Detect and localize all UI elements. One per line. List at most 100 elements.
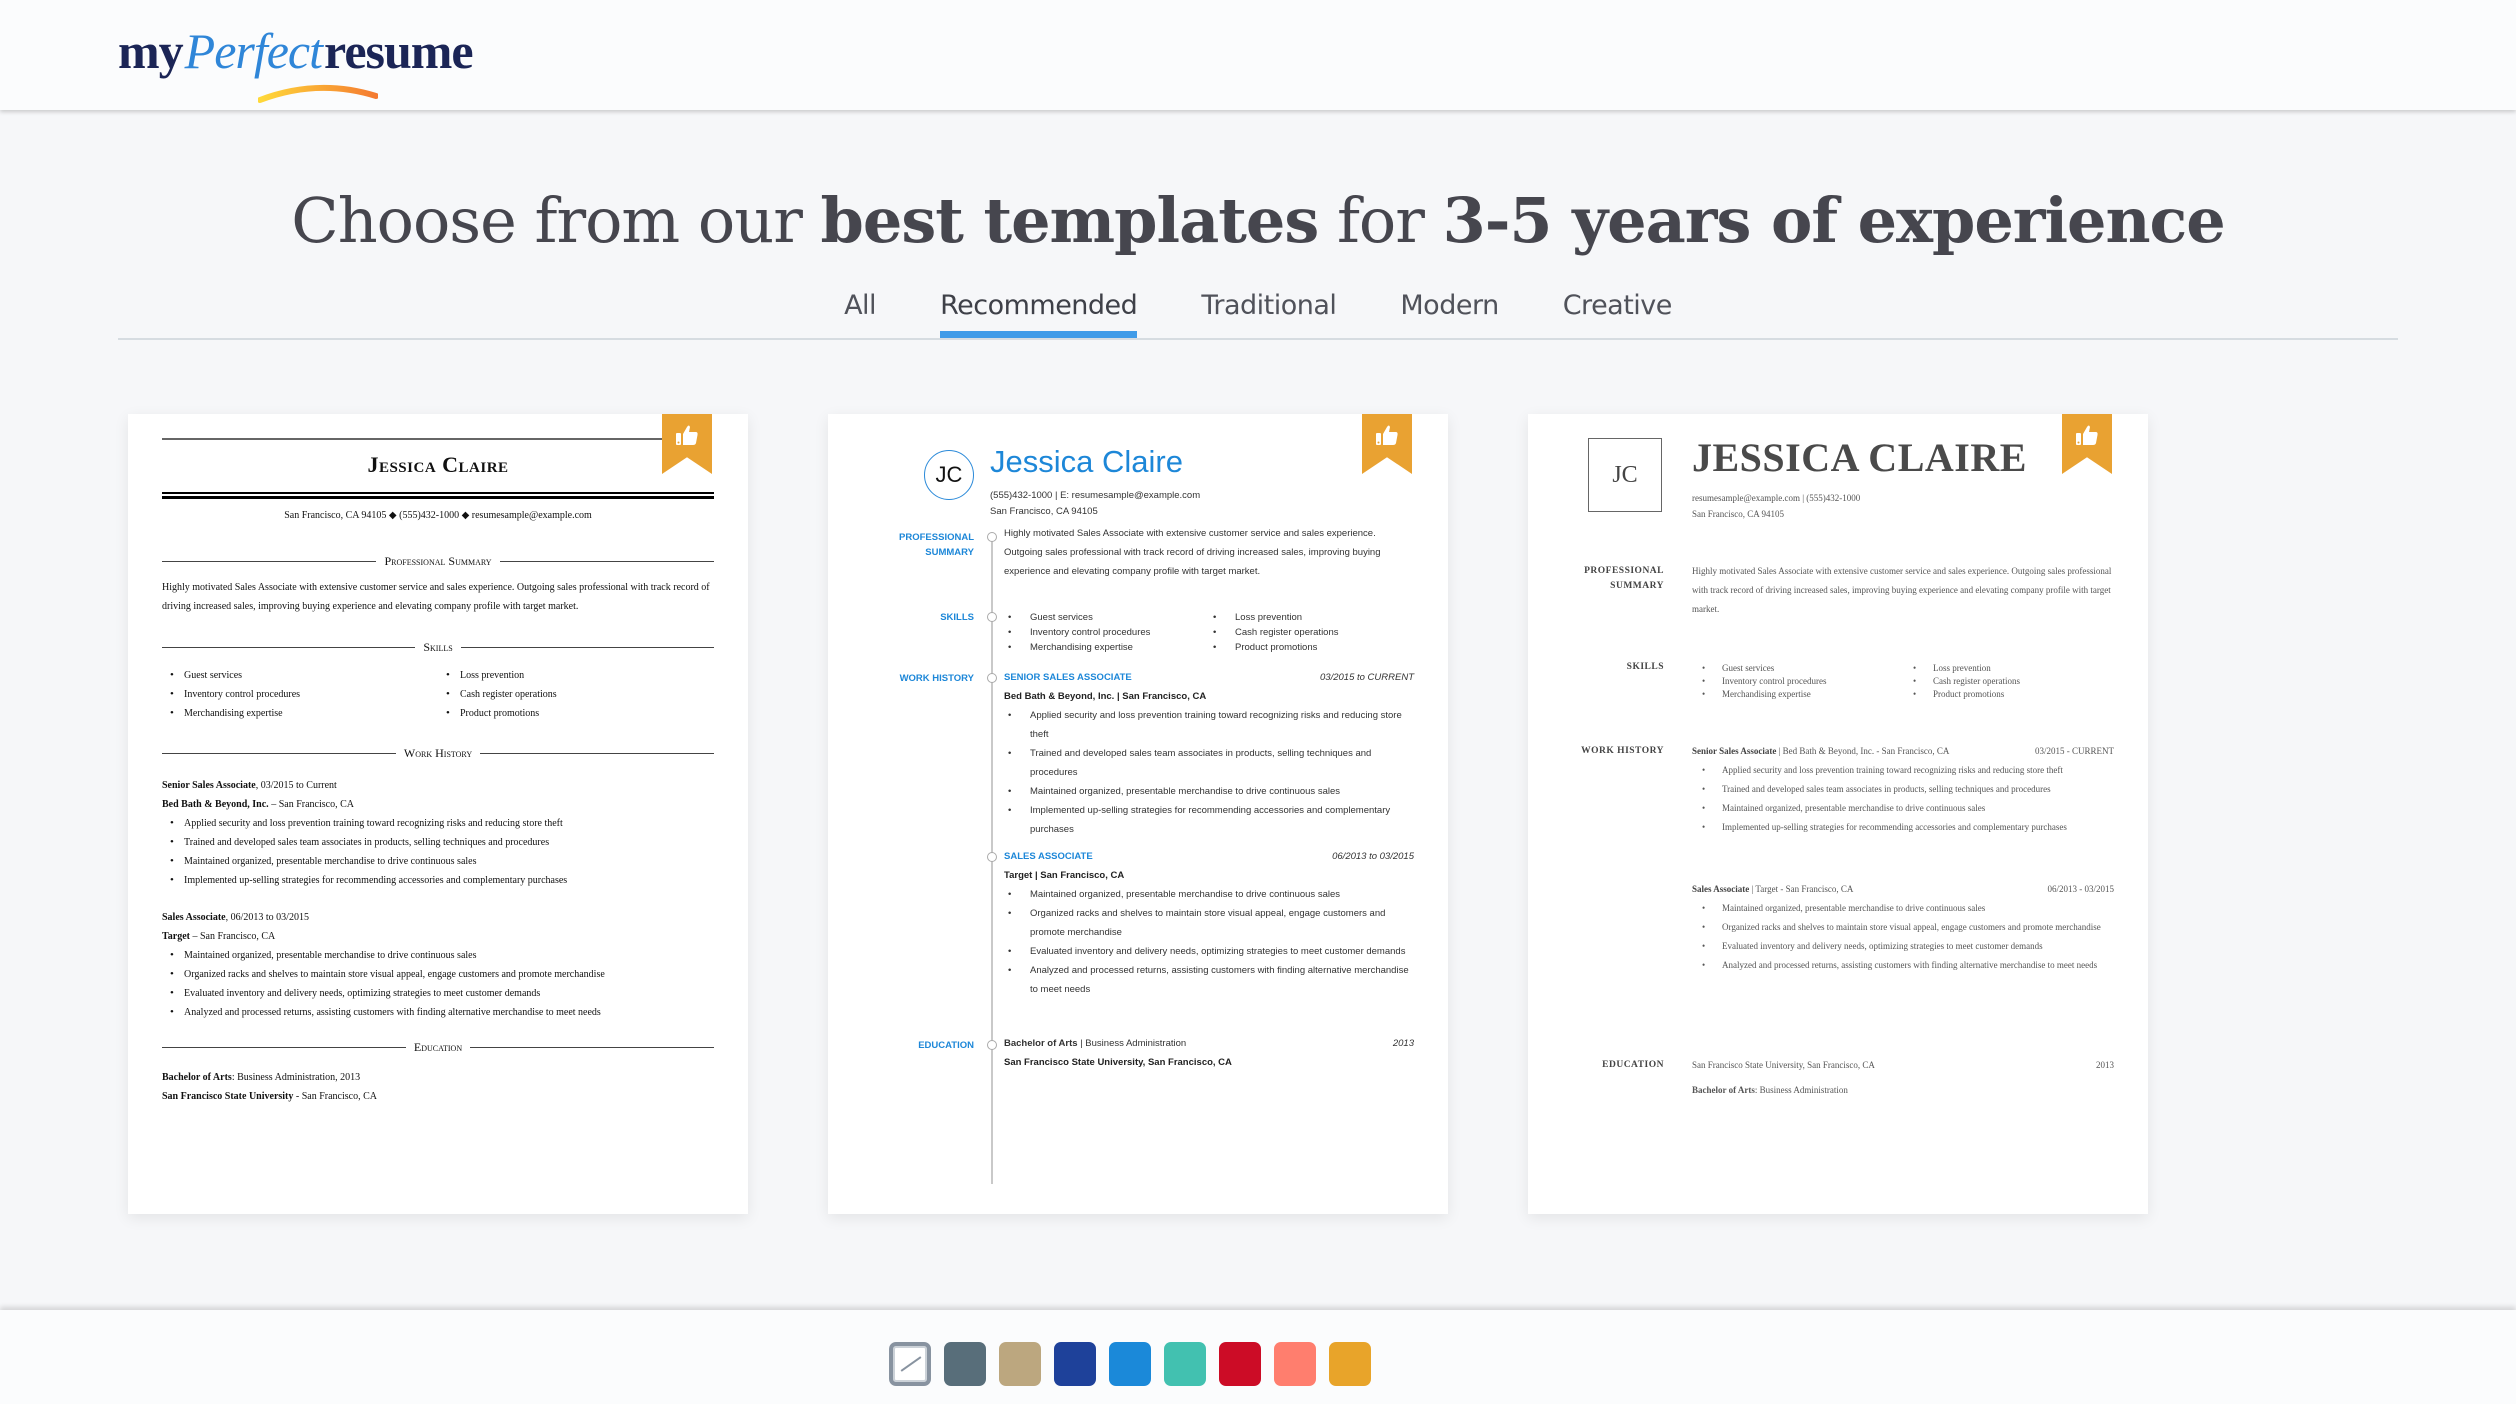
- bullet-item: Analyzed and processed returns, assistin…: [1004, 961, 1414, 999]
- section-label-work: WORK HISTORY: [1581, 746, 1664, 756]
- top-header: my Perfect resume: [0, 0, 2516, 110]
- company-line: Bed Bath & Beyond, Inc. | San Francisco,…: [1004, 691, 1207, 702]
- tab-creative[interactable]: Creative: [1563, 290, 1673, 335]
- summary-text: Highly motivated Sales Associate with ex…: [1004, 528, 1381, 577]
- bullet-item: Maintained organized, presentable mercha…: [1004, 885, 1414, 904]
- contact-email-phone: resumesample@example.com | (555)432-1000: [1692, 493, 1861, 503]
- bullet-item: Evaluated inventory and delivery needs, …: [170, 984, 714, 1003]
- tab-traditional[interactable]: Traditional: [1201, 290, 1337, 335]
- job-bullets: Applied security and loss prevention tra…: [162, 814, 714, 890]
- job-bullets: Maintained organized, presentable mercha…: [162, 946, 714, 1022]
- job-title-line: Sales Associate | Target - San Francisco…: [1692, 880, 1853, 899]
- school-line: San Francisco State University, San Fran…: [1692, 1060, 1875, 1070]
- section-label-summary: PROFESSIONAL SUMMARY: [1584, 564, 1664, 594]
- template-card-modern[interactable]: JC Jessica Claire (555)432-1000 | E: res…: [828, 414, 1448, 1214]
- job-entry: Sales Associate | Target - San Francisco…: [1692, 880, 2114, 975]
- skills-list: Guest services Inventory control procedu…: [1004, 610, 1414, 655]
- summary-text: Highly motivated Sales Associate with ex…: [1692, 566, 2112, 614]
- section-title: Skills: [423, 640, 453, 654]
- job-title: Sales Associate: [1692, 884, 1750, 894]
- section-title: Professional Summary: [384, 554, 492, 568]
- summary-text: Highly motivated Sales Associate with ex…: [162, 582, 710, 612]
- color-swatch-navy[interactable]: [1054, 1342, 1096, 1386]
- color-swatches: [889, 1342, 1371, 1386]
- section-heading-work: Work History: [162, 746, 714, 761]
- color-swatch-red[interactable]: [1219, 1342, 1261, 1386]
- degree-line: Bachelor of Arts: Business Administratio…: [1692, 1081, 2114, 1100]
- bullet-item: Implemented up-selling strategies for re…: [1692, 818, 2114, 837]
- bullet-item: Evaluated inventory and delivery needs, …: [1004, 942, 1414, 961]
- job-title-line: Senior Sales Associate, 03/2015 to Curre…: [162, 776, 714, 795]
- color-swatch-tan[interactable]: [999, 1342, 1041, 1386]
- school-header: San Francisco State University, San Fran…: [1692, 1056, 2114, 1075]
- bullet-item: Maintained organized, presentable mercha…: [170, 852, 714, 871]
- job-header: Senior Sales Associate | Bed Bath & Beyo…: [1692, 742, 2114, 761]
- job-header: SENIOR SALES ASSOCIATE 03/2015 to CURRENT: [1004, 668, 1414, 687]
- bullet-item: Maintained organized, presentable mercha…: [1692, 799, 2114, 818]
- degree-field: : Business Administration, 2013: [231, 1072, 361, 1083]
- tab-all[interactable]: All: [844, 290, 876, 335]
- job-header: SALES ASSOCIATE 06/2013 to 03/2015: [1004, 847, 1414, 866]
- degree: Bachelor of Arts: [162, 1072, 232, 1083]
- company-line: Target – San Francisco, CA: [162, 927, 714, 946]
- skill-item: Cash register operations: [1209, 625, 1414, 640]
- skill-item: Inventory control procedures: [1004, 625, 1209, 640]
- company-line: Target | San Francisco, CA: [1004, 870, 1125, 881]
- skill-item: Guest services: [170, 666, 438, 685]
- company-line: | Bed Bath & Beyond, Inc. - San Francisc…: [1776, 746, 1950, 756]
- tab-recommended[interactable]: Recommended: [940, 290, 1138, 339]
- section-label-work: WORK HISTORY: [899, 673, 974, 684]
- job-bullets: Maintained organized, presentable mercha…: [1004, 885, 1414, 999]
- skill-item: Loss prevention: [1209, 610, 1414, 625]
- company-line: Bed Bath & Beyond, Inc. – San Francisco,…: [162, 795, 714, 814]
- skill-item: Cash register operations: [1903, 675, 2114, 688]
- color-swatch-teal[interactable]: [1164, 1342, 1206, 1386]
- company-name: Target: [162, 931, 190, 942]
- bullet-item: Organized racks and shelves to maintain …: [1692, 918, 2114, 937]
- bullet-item: Trained and developed sales team associa…: [1692, 780, 2114, 799]
- resume-name: Jessica Claire: [990, 444, 1183, 479]
- template-card-traditional[interactable]: Jessica Claire San Francisco, CA 94105 ◆…: [128, 414, 748, 1214]
- company-name: Bed Bath & Beyond, Inc.: [162, 799, 269, 810]
- bullet-item: Implemented up-selling strategies for re…: [1004, 801, 1414, 839]
- bullet-item: Evaluated inventory and delivery needs, …: [1692, 937, 2114, 956]
- company-line: | Target - San Francisco, CA: [1749, 884, 1854, 894]
- education-entry: San Francisco State University, San Fran…: [1692, 1056, 2114, 1100]
- color-swatch-slate[interactable]: [944, 1342, 986, 1386]
- education-year: 2013: [2096, 1060, 2114, 1070]
- color-swatch-none[interactable]: [889, 1342, 931, 1386]
- school-name: San Francisco State University: [162, 1091, 294, 1102]
- section-label-skills: SKILLS: [940, 612, 974, 623]
- degree-field: | Business Administration: [1077, 1038, 1187, 1049]
- color-swatch-blue[interactable]: [1109, 1342, 1151, 1386]
- section-title: Work History: [403, 746, 473, 760]
- timeline-dot: [987, 532, 997, 542]
- company-location: – San Francisco, CA: [268, 799, 354, 810]
- bullet-item: Implemented up-selling strategies for re…: [170, 871, 714, 890]
- section-title: Education: [413, 1040, 463, 1054]
- bullet-item: Applied security and loss prevention tra…: [1692, 761, 2114, 780]
- job-bullets: Applied security and loss prevention tra…: [1692, 761, 2114, 837]
- color-swatch-salmon[interactable]: [1274, 1342, 1316, 1386]
- job-entry: SALES ASSOCIATE 06/2013 to 03/2015 Target…: [1004, 847, 1414, 999]
- color-swatch-orange[interactable]: [1329, 1342, 1371, 1386]
- section-title: SUMMARY: [1610, 581, 1664, 591]
- job-title-line: Senior Sales Associate | Bed Bath & Beyo…: [1692, 742, 1949, 761]
- logo-my: my: [118, 23, 184, 79]
- job-entry: Senior Sales Associate | Bed Bath & Beyo…: [1692, 742, 2114, 837]
- bullet-item: Trained and developed sales team associa…: [1004, 744, 1414, 782]
- template-card-executive[interactable]: JC JESSICA CLAIRE resumesample@example.c…: [1528, 414, 2148, 1214]
- resume-preview: JC Jessica Claire (555)432-1000 | E: res…: [828, 414, 1448, 1214]
- section-label-skills: SKILLS: [1626, 662, 1664, 672]
- skills-list: Guest services Inventory control procedu…: [162, 666, 714, 723]
- skill-item: Cash register operations: [446, 685, 714, 704]
- job-title: SALES ASSOCIATE: [1004, 851, 1093, 862]
- job-header: Sales Associate | Target - San Francisco…: [1692, 880, 2114, 899]
- tab-modern[interactable]: Modern: [1400, 290, 1499, 335]
- skill-item: Merchandising expertise: [1692, 688, 1903, 701]
- logo[interactable]: my Perfect resume: [118, 22, 474, 103]
- logo-perfect: Perfect: [184, 23, 323, 79]
- resume-contact: San Francisco, CA 94105 ◆ (555)432-1000 …: [284, 510, 592, 521]
- contact-phone-email: (555)432-1000 | E: resumesample@example.…: [990, 490, 1201, 501]
- template-category-tabs: All Recommended Traditional Modern Creat…: [0, 290, 2516, 339]
